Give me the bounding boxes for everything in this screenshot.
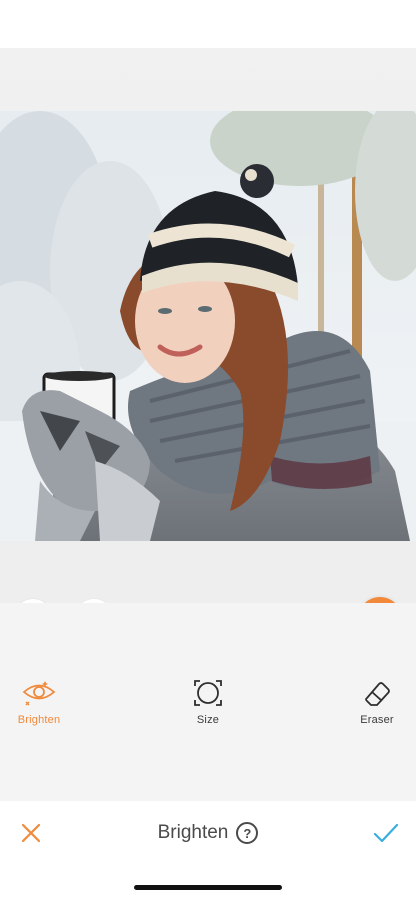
bottom-action-bar: Brighten ? [0, 801, 416, 900]
tool-size-label: Size [196, 714, 220, 726]
eraser-icon [365, 682, 390, 706]
help-button[interactable]: ? [236, 822, 259, 844]
tool-eraser-label: Eraser [360, 714, 394, 726]
size-circle-icon [194, 680, 222, 706]
title-row: Brighten ? [0, 819, 416, 847]
tool-size[interactable]: Size [168, 678, 248, 728]
home-indicator [134, 885, 282, 890]
tool-eraser[interactable]: Eraser [337, 678, 416, 728]
editor-canvas [0, 48, 416, 603]
photo-illustration [0, 111, 416, 541]
eye-sparkle-icon [22, 681, 56, 706]
tool-brighten-label: Brighten [17, 714, 61, 726]
status-bar [0, 0, 416, 48]
page-title: Brighten [157, 822, 229, 843]
tool-brighten[interactable]: Brighten [0, 678, 79, 728]
confirm-button[interactable] [370, 818, 402, 848]
edited-photo[interactable] [0, 111, 416, 541]
checkmark-icon [373, 823, 399, 843]
tool-panel: Brighten Size Eraser [0, 603, 416, 801]
